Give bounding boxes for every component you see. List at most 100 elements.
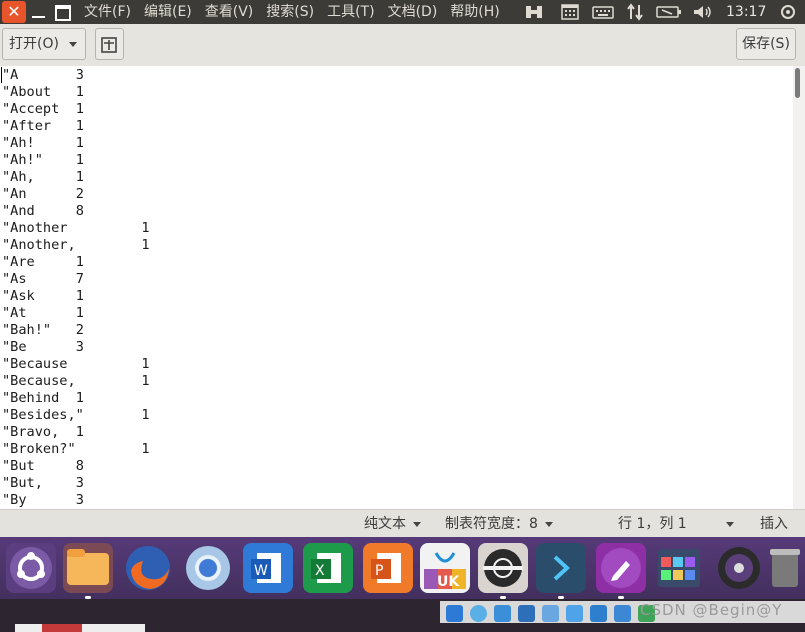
text-line: "Ah!" 1 [2,152,150,169]
text-line: "Behind 1 [2,390,150,407]
line-count: 3 [75,492,84,508]
text-line: "Bah!" 2 [2,322,150,339]
line-count: 1 [141,220,150,236]
syntax-dropdown[interactable]: 纯文本 [364,510,421,538]
dock-system-settings[interactable] [478,543,528,599]
ubuntu-logo-icon [10,547,52,589]
line-word: "Ah, [2,169,35,185]
line-word: "At [2,305,27,321]
line-word: "And [2,203,35,219]
line-word: "Bah!" [2,322,52,338]
scrollbar-thumb[interactable] [795,68,800,98]
text-line: "Another, 1 [2,237,150,254]
text-cursor [1,67,2,83]
maximize-button[interactable] [55,5,71,21]
dock-chromium[interactable] [183,543,233,593]
line-count: 1 [75,169,84,185]
open-button[interactable]: 打开(O) [2,28,86,60]
line-count: 1 [75,424,84,440]
new-tab-button[interactable] [95,28,124,60]
dock-firefox[interactable] [123,543,173,593]
tray-pen-icon[interactable] [542,605,559,622]
tray-disc-icon[interactable] [470,605,487,622]
dock-files[interactable] [63,543,113,599]
line-count: 1 [141,407,150,423]
menu-documents[interactable]: 文档(D) [388,0,438,24]
tray-display-icon[interactable] [590,605,607,622]
menu-edit[interactable]: 编辑(E) [144,0,192,24]
syntax-label: 纯文本 [364,516,406,532]
text-line: "Ah, 1 [2,169,150,186]
svg-text:P: P [375,563,383,579]
chevron-down-icon [69,42,77,47]
chromium-icon [186,546,230,590]
text-line: "Another 1 [2,220,150,237]
shopping-bag-icon: UK [424,552,466,590]
network-arrows-icon[interactable] [626,3,644,21]
chevron-down-icon [413,521,421,527]
watermark: CSDN @Begin@Y [640,601,783,619]
line-word: "Besides," [2,407,84,423]
dock-ubuntu-logo[interactable] [6,543,56,593]
tab-width-dropdown[interactable]: 制表符宽度：8 [445,510,553,538]
firefox-icon [126,546,170,590]
line-count: 1 [141,356,150,372]
menu-view[interactable]: 查看(V) [205,0,254,24]
status-bar: 纯文本 制表符宽度：8 行 1，列 1 插入 [0,509,805,538]
text-line: "About 1 [2,84,150,101]
dock-wps-writer[interactable]: W [243,543,293,593]
tray-network-icon[interactable] [518,605,535,622]
power-gear-icon[interactable] [778,3,798,21]
text-editor-area[interactable]: "A 3 "About 1 "Accept 1 "After 1 "Ah! 1 "Ah!" 1 "Ah,… [0,66,793,509]
menu-help[interactable]: 帮助(H) [450,0,499,24]
vm-input-icon[interactable] [524,3,544,21]
settings-dial-icon [483,549,523,587]
tray-window-icon[interactable] [614,605,631,622]
menu-bar: 文件(F) 编辑(E) 查看(V) 搜索(S) 工具(T) 文档(D) 帮助(H… [84,0,513,24]
line-word: "Ah! [2,135,35,151]
save-button[interactable]: 保存(S) [736,28,796,60]
tray-media-icon[interactable] [494,605,511,622]
document-text: "A 3 "About 1 "Accept 1 "After 1 "Ah! 1 "Ah!" 1 "Ah,… [2,67,150,509]
menu-file[interactable]: 文件(F) [84,0,131,24]
text-line: "Are 1 [2,254,150,271]
menu-tools[interactable]: 工具(T) [327,0,374,24]
line-word: "Broken?" [2,441,76,457]
keyboard-icon[interactable] [592,3,614,21]
dock-text-editor[interactable] [596,543,646,599]
line-word: "After [2,118,52,134]
tray-folder-icon[interactable] [566,605,583,622]
line-count: 1 [75,84,84,100]
vertical-scrollbar[interactable] [793,66,805,509]
clock[interactable]: 13:17 [726,0,766,24]
minimize-button[interactable] [32,4,46,20]
dock-disc-burner[interactable] [714,543,764,593]
line-count: 1 [75,118,84,134]
tray-help-icon[interactable] [446,605,463,622]
text-line: "By 3 [2,492,150,509]
dock-app-grid[interactable] [654,543,704,593]
menu-search[interactable]: 搜索(S) [266,0,314,24]
dock-wps-presentation[interactable]: P [363,543,413,593]
dock-wps-spreadsheet[interactable]: X [303,543,353,593]
line-word: "About [2,84,52,100]
line-word: "Another [2,220,68,236]
volume-icon[interactable] [692,3,714,21]
position-menu-toggle[interactable] [726,510,734,538]
line-word: "Are [2,254,35,270]
document-writer-icon: W [251,553,281,583]
line-count: 1 [75,152,84,168]
dock-vscode[interactable] [536,543,586,599]
battery-icon[interactable] [656,3,682,21]
line-count: 2 [75,322,84,338]
dock-trash[interactable] [764,543,804,593]
spreadsheet-icon: X [311,553,341,583]
close-window-button[interactable]: ✕ [2,1,26,23]
line-word: "Because, [2,373,76,389]
svg-text:W: W [254,563,268,579]
calendar-icon[interactable] [560,3,580,21]
cursor-position-label: 行 1，列 1 [618,516,687,532]
cursor-position-dropdown[interactable]: 行 1，列 1 [618,510,687,538]
dock-ubuntu-software[interactable]: UK [420,543,470,593]
insert-mode-indicator[interactable]: 插入 [760,510,788,538]
